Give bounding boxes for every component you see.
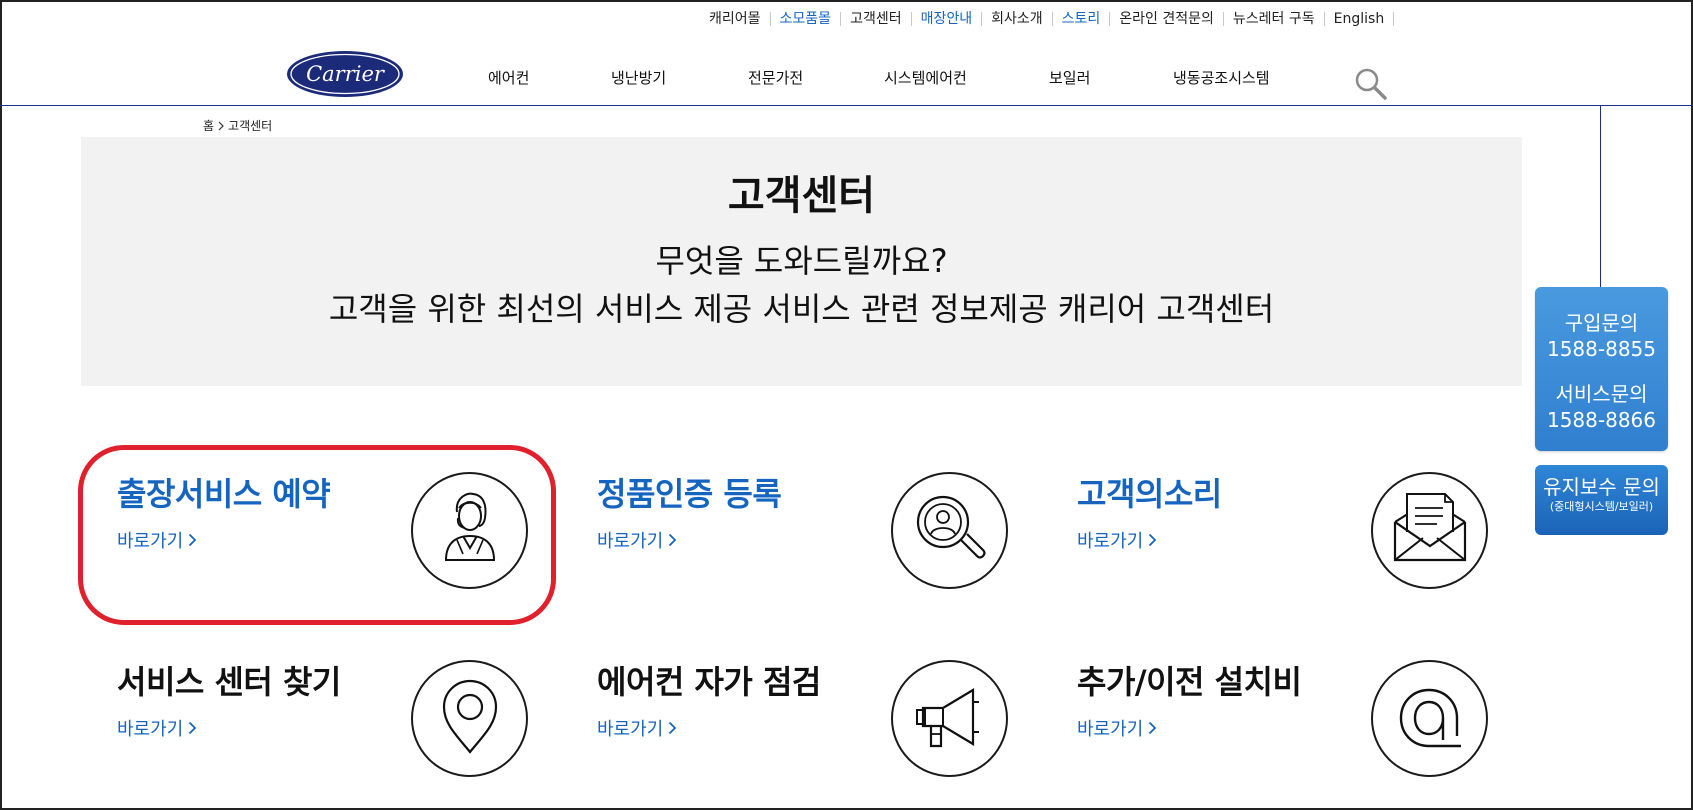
nav-heating-cooling[interactable]: 냉난방기 xyxy=(611,67,666,88)
megaphone-icon xyxy=(891,660,1008,777)
side-divider xyxy=(1600,105,1601,289)
chevron-right-icon xyxy=(1149,721,1157,735)
maintenance-label: 유지보수 문의 xyxy=(1543,475,1660,499)
chevron-right-icon xyxy=(218,121,224,130)
page-title: 고객센터 xyxy=(727,173,876,219)
utility-nav: 캐리어몰 소모품몰 고객센터 매장안내 회사소개 스토리 온라인 견적문의 뉴스… xyxy=(700,9,1395,29)
service-inquiry-label: 서비스문의 xyxy=(1555,382,1648,406)
chevron-right-icon xyxy=(669,721,677,735)
nav-appliances[interactable]: 전문가전 xyxy=(748,67,803,88)
card-title: 추가/이전 설치비 xyxy=(1077,663,1302,701)
magnifier-person-icon xyxy=(891,472,1008,589)
nav-refrigeration[interactable]: 냉동공조시스템 xyxy=(1173,67,1270,88)
util-link-online-quote[interactable]: 온라인 견적문의 xyxy=(1110,12,1224,26)
card-title: 고객의소리 xyxy=(1077,475,1222,513)
card-aircon-self-check[interactable]: 에어컨 자가 점검 바로가기 xyxy=(561,631,1008,777)
breadcrumb-current: 고객센터 xyxy=(228,119,273,133)
service-phone: 1588-8866 xyxy=(1546,408,1656,432)
card-service-center-finder[interactable]: 서비스 센터 찾기 바로가기 xyxy=(81,631,528,777)
util-link-newsletter[interactable]: 뉴스레터 구독 xyxy=(1224,12,1325,26)
map-pin-icon xyxy=(411,660,528,777)
card-install-fee[interactable]: 추가/이전 설치비 바로가기 xyxy=(1041,631,1488,777)
chevron-right-icon xyxy=(669,533,677,547)
card-link-label: 바로가기 xyxy=(1077,531,1144,552)
breadcrumb: 홈 고객센터 xyxy=(203,117,272,134)
maintenance-sublabel: (중대형시스템/보일러) xyxy=(1549,500,1654,513)
purchase-phone: 1588-8855 xyxy=(1546,337,1656,361)
card-link[interactable]: 바로가기 xyxy=(597,715,677,741)
banner-subtitle: 무엇을 도와드릴까요? xyxy=(655,242,948,280)
banner-description: 고객을 위한 최선의 서비스 제공 서비스 관련 정보제공 캐리어 고객센터 xyxy=(328,290,1275,328)
util-link-english[interactable]: English xyxy=(1325,12,1395,26)
nav-aircon[interactable]: 에어컨 xyxy=(488,67,529,88)
util-link-story[interactable]: 스토리 xyxy=(1053,12,1111,26)
purchase-inquiry-label: 구입문의 xyxy=(1564,311,1639,335)
card-link[interactable]: 바로가기 xyxy=(1077,527,1157,553)
card-title: 정품인증 등록 xyxy=(597,475,782,513)
breadcrumb-home[interactable]: 홈 xyxy=(203,117,214,134)
card-link-label: 바로가기 xyxy=(117,719,184,740)
card-link[interactable]: 바로가기 xyxy=(597,527,677,553)
card-genuine-registration[interactable]: 정품인증 등록 바로가기 xyxy=(561,443,1008,589)
envelope-letter-icon xyxy=(1371,472,1488,589)
selection-highlight xyxy=(78,445,556,625)
nav-boiler[interactable]: 보일러 xyxy=(1049,67,1090,88)
util-link-customer-center[interactable]: 고객센터 xyxy=(841,12,912,26)
chevron-right-icon xyxy=(189,721,197,735)
util-link-carrier-mall[interactable]: 캐리어몰 xyxy=(700,12,771,26)
search-icon[interactable] xyxy=(1354,67,1388,101)
card-title: 에어컨 자가 점검 xyxy=(597,663,821,701)
hero-banner: 고객센터 무엇을 도와드릴까요? 고객을 위한 최선의 서비스 제공 서비스 관… xyxy=(81,137,1522,386)
maintenance-inquiry-button[interactable]: 유지보수 문의 (중대형시스템/보일러) xyxy=(1535,465,1668,535)
nav-system-aircon[interactable]: 시스템에어컨 xyxy=(884,67,967,88)
card-link-label: 바로가기 xyxy=(1077,719,1144,740)
card-link-label: 바로가기 xyxy=(597,531,664,552)
chevron-right-icon xyxy=(1149,533,1157,547)
at-sign-icon xyxy=(1371,660,1488,777)
util-link-store-guide[interactable]: 매장안내 xyxy=(912,12,983,26)
quick-contact-panel[interactable]: 구입문의 1588-8855 서비스문의 1588-8866 xyxy=(1535,287,1668,451)
card-link[interactable]: 바로가기 xyxy=(1077,715,1157,741)
util-link-supplies-mall[interactable]: 소모품몰 xyxy=(771,12,842,26)
card-link-label: 바로가기 xyxy=(597,719,664,740)
card-customer-voice[interactable]: 고객의소리 바로가기 xyxy=(1041,443,1488,589)
card-title: 서비스 센터 찾기 xyxy=(117,663,341,701)
header-divider xyxy=(0,105,1693,106)
main-nav: 에어컨 냉난방기 전문가전 시스템에어컨 보일러 냉동공조시스템 xyxy=(0,67,1693,91)
card-link[interactable]: 바로가기 xyxy=(117,715,197,741)
util-link-company[interactable]: 회사소개 xyxy=(982,12,1053,26)
